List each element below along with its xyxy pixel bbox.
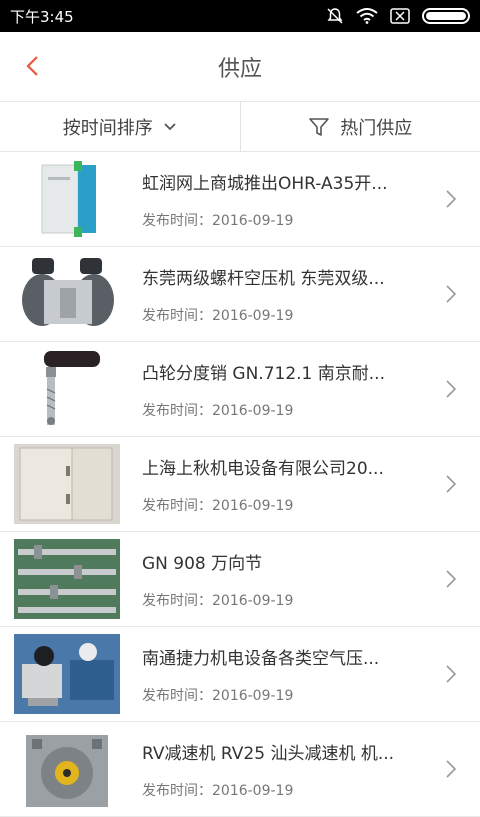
wifi-icon [356,8,378,24]
item-title: 东莞两级螺杆空压机 东莞双级... [142,264,404,289]
status-icons [326,7,470,25]
chevron-right-icon [444,284,458,304]
chevron-right-icon [444,474,458,494]
mute-bell-icon [326,7,344,25]
filter-bar: 按时间排序 热门供应 [0,102,480,152]
app-header: 供应 [0,32,480,102]
status-time: 下午3:45 [10,6,74,27]
list-item[interactable]: 上海上秋机电设备有限公司20... 发布时间：2016-09-19 [0,437,480,532]
list-item[interactable]: GN 908 万向节 发布时间：2016-09-19 [0,532,480,627]
list-item[interactable]: 虹润网上商城推出OHR-A35开... 发布时间：2016-09-19 [0,152,480,247]
list-item[interactable]: 凸轮分度销 GN.712.1 南京耐... 发布时间：2016-09-19 [0,342,480,437]
item-date: 发布时间：2016-09-19 [142,685,430,705]
page-title: 供应 [218,51,262,83]
list-item[interactable]: 南通捷力机电设备各类空气压... 发布时间：2016-09-19 [0,627,480,722]
chevron-left-icon [25,55,39,77]
product-thumbnail [14,539,120,619]
item-date: 发布时间：2016-09-19 [142,210,430,230]
item-title: RV减速机 RV25 汕头减速机 机... [142,739,404,764]
list-item[interactable]: 东莞两级螺杆空压机 东莞双级... 发布时间：2016-09-19 [0,247,480,342]
item-title: 上海上秋机电设备有限公司20... [142,454,404,479]
sort-by-time-dropdown[interactable]: 按时间排序 [0,102,240,151]
battery-icon [422,8,470,24]
item-title: 虹润网上商城推出OHR-A35开... [142,169,404,194]
product-thumbnail [14,444,120,524]
back-button[interactable] [14,48,50,84]
product-thumbnail [14,729,120,809]
chevron-right-icon [444,759,458,779]
item-date: 发布时间：2016-09-19 [142,305,430,325]
status-bar: 下午3:45 [0,0,480,32]
product-thumbnail [14,159,120,239]
item-title: GN 908 万向节 [142,549,404,574]
item-date: 发布时间：2016-09-19 [142,400,430,420]
item-date: 发布时间：2016-09-19 [142,590,430,610]
no-sim-icon [390,8,410,24]
sort-label: 按时间排序 [63,114,153,140]
chevron-right-icon [444,189,458,209]
hot-supply-filter[interactable]: 热门供应 [241,102,480,151]
filter-funnel-icon [308,116,330,138]
chevron-down-icon [163,122,177,132]
item-title: 南通捷力机电设备各类空气压... [142,644,404,669]
hot-supply-label: 热门供应 [340,114,412,140]
chevron-right-icon [444,664,458,684]
item-title: 凸轮分度销 GN.712.1 南京耐... [142,359,404,384]
product-thumbnail [14,634,120,714]
list-item[interactable]: RV减速机 RV25 汕头减速机 机... 发布时间：2016-09-19 [0,722,480,817]
product-thumbnail [14,254,120,334]
product-thumbnail [14,349,120,429]
supply-list: 虹润网上商城推出OHR-A35开... 发布时间：2016-09-19 东莞两级… [0,152,480,817]
chevron-right-icon [444,379,458,399]
chevron-right-icon [444,569,458,589]
item-date: 发布时间：2016-09-19 [142,495,430,515]
item-date: 发布时间：2016-09-19 [142,780,430,800]
